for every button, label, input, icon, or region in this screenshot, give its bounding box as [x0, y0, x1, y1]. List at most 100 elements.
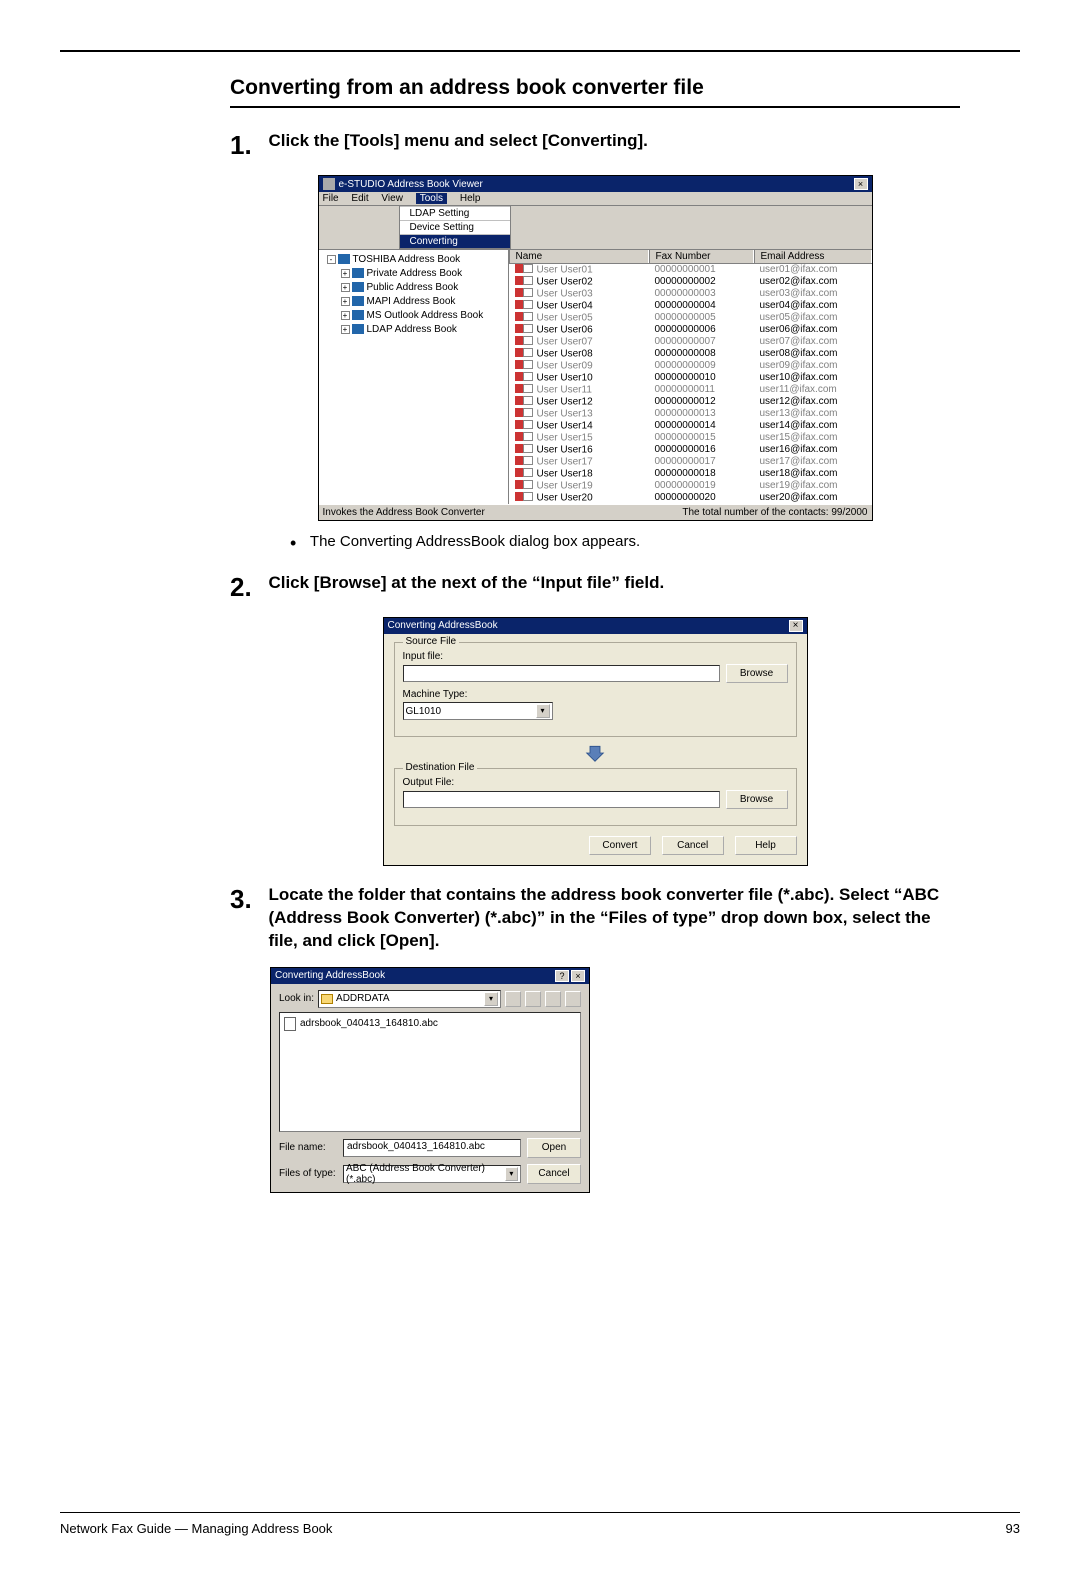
chevron-down-icon[interactable]: ▾: [484, 992, 498, 1006]
status-bar: Invokes the Address Book Converter The t…: [319, 504, 872, 520]
chevron-down-icon[interactable]: ▾: [505, 1167, 518, 1181]
help-icon[interactable]: ?: [555, 970, 569, 982]
close-icon[interactable]: ×: [789, 620, 803, 632]
lookin-select[interactable]: ADDRDATA ▾: [318, 990, 501, 1008]
menu-file[interactable]: File: [323, 193, 339, 204]
toolbar-button-4[interactable]: [517, 210, 535, 228]
footer-text: Network Fax Guide — Managing Address Boo…: [60, 1521, 332, 1536]
tools-menu-converting[interactable]: Converting: [400, 234, 510, 248]
col-fax[interactable]: Fax Number: [649, 250, 754, 263]
menu-help[interactable]: Help: [460, 193, 481, 204]
toolbar-button-3[interactable]: [373, 210, 391, 228]
machine-type-value: GL1010: [406, 706, 442, 717]
destination-file-group: Destination File Output File: Browse: [394, 768, 797, 826]
table-row[interactable]: User User0400000000004user04@ifax.com: [509, 300, 872, 312]
filetype-label: Files of type:: [279, 1168, 337, 1179]
table-row[interactable]: User User0500000000005user05@ifax.com: [509, 312, 872, 324]
tree-root[interactable]: TOSHIBA Address Book: [353, 254, 461, 265]
input-file-label: Input file:: [403, 651, 788, 662]
tree-view[interactable]: -TOSHIBA Address Book +Private Address B…: [319, 250, 509, 504]
step-3-text: Locate the folder that contains the addr…: [268, 884, 958, 953]
table-row[interactable]: User User1200000000012user12@ifax.com: [509, 396, 872, 408]
step-1-number: 1.: [230, 130, 264, 161]
table-row[interactable]: User User0900000000009user09@ifax.com: [509, 360, 872, 372]
table-row[interactable]: User User1900000000019user19@ifax.com: [509, 480, 872, 492]
tree-item[interactable]: LDAP Address Book: [367, 324, 457, 335]
back-icon[interactable]: [505, 991, 521, 1007]
table-row[interactable]: User User0100000000001user01@ifax.com: [509, 264, 872, 276]
help-button[interactable]: Help: [735, 836, 797, 855]
convert-button[interactable]: Convert: [589, 836, 651, 855]
table-row[interactable]: User User1700000000017user17@ifax.com: [509, 456, 872, 468]
file-item[interactable]: adrsbook_040413_164810.abc: [284, 1017, 576, 1031]
table-row[interactable]: User User1400000000014user14@ifax.com: [509, 420, 872, 432]
status-right: The total number of the contacts: 99/200…: [682, 507, 867, 518]
file-list-pane[interactable]: adrsbook_040413_164810.abc: [279, 1012, 581, 1132]
table-row[interactable]: User User1100000000011user11@ifax.com: [509, 384, 872, 396]
filename-field[interactable]: adrsbook_040413_164810.abc: [343, 1139, 521, 1157]
filetype-select[interactable]: ABC (Address Book Converter) (*.abc) ▾: [343, 1165, 521, 1183]
table-row[interactable]: User User0300000000003user03@ifax.com: [509, 288, 872, 300]
menu-tools[interactable]: Tools: [416, 193, 447, 204]
app-icon: [323, 178, 335, 190]
tools-menu-device[interactable]: Device Setting: [400, 220, 510, 234]
up-folder-icon[interactable]: [525, 991, 541, 1007]
toolbar-button-2[interactable]: [349, 210, 367, 228]
machine-type-select[interactable]: GL1010 ▾: [403, 702, 553, 720]
tree-item[interactable]: MAPI Address Book: [367, 296, 456, 307]
tools-menu-ldap[interactable]: LDAP Setting: [400, 206, 510, 220]
chevron-down-icon[interactable]: ▾: [536, 704, 550, 718]
bullet-dot: •: [290, 533, 306, 554]
table-row[interactable]: User User0600000000006user06@ifax.com: [509, 324, 872, 336]
step1-result-text: The Converting AddressBook dialog box ap…: [310, 533, 640, 550]
table-row[interactable]: User User2000000000020user20@ifax.com: [509, 492, 872, 504]
lookin-value: ADDRDATA: [336, 993, 390, 1004]
output-file-field[interactable]: [403, 791, 720, 808]
dialog-titlebar: Converting AddressBook ×: [384, 618, 807, 634]
browse-output-button[interactable]: Browse: [726, 790, 788, 809]
new-folder-icon[interactable]: [545, 991, 561, 1007]
section-title: Converting from an address book converte…: [230, 76, 960, 100]
tree-item[interactable]: MS Outlook Address Book: [367, 310, 484, 321]
input-file-field[interactable]: [403, 665, 720, 682]
toolbar-button-6[interactable]: [565, 210, 583, 228]
table-row[interactable]: User User1500000000015user15@ifax.com: [509, 432, 872, 444]
browse-input-button[interactable]: Browse: [726, 664, 788, 683]
tree-item[interactable]: Private Address Book: [367, 268, 463, 279]
col-name[interactable]: Name: [509, 250, 649, 263]
cancel-button[interactable]: Cancel: [662, 836, 724, 855]
contact-list: Name Fax Number Email Address User User0…: [509, 250, 872, 504]
table-row[interactable]: User User1800000000018user18@ifax.com: [509, 468, 872, 480]
folder-icon: [321, 994, 333, 1004]
toolbar: [319, 206, 397, 232]
file-item-name: adrsbook_040413_164810.abc: [300, 1018, 438, 1029]
window-titlebar: e-STUDIO Address Book Viewer ×: [319, 176, 872, 192]
toolbar-button-7[interactable]: [589, 210, 607, 228]
filetype-value: ABC (Address Book Converter) (*.abc): [346, 1163, 505, 1185]
open-button[interactable]: Open: [527, 1138, 581, 1158]
table-row[interactable]: User User1600000000016user16@ifax.com: [509, 444, 872, 456]
window-title: e-STUDIO Address Book Viewer: [339, 179, 483, 190]
dialog-titlebar: Converting AddressBook ? ×: [271, 968, 589, 984]
page-number: 93: [1006, 1521, 1020, 1536]
file-icon: [284, 1017, 296, 1031]
close-icon[interactable]: ×: [571, 970, 585, 982]
page-footer: Network Fax Guide — Managing Address Boo…: [60, 1512, 1020, 1536]
cancel-button[interactable]: Cancel: [527, 1164, 581, 1184]
toolbar-button-1[interactable]: [325, 210, 343, 228]
step-3-number: 3.: [230, 884, 264, 915]
close-icon[interactable]: ×: [854, 178, 868, 190]
tree-item[interactable]: Public Address Book: [367, 282, 459, 293]
table-row[interactable]: User User0700000000007user07@ifax.com: [509, 336, 872, 348]
table-row[interactable]: User User0800000000008user08@ifax.com: [509, 348, 872, 360]
step-2-number: 2.: [230, 572, 264, 603]
menu-edit[interactable]: Edit: [351, 193, 368, 204]
col-email[interactable]: Email Address: [754, 250, 872, 263]
menu-bar: File Edit View Tools Help: [319, 192, 872, 206]
view-menu-icon[interactable]: [565, 991, 581, 1007]
table-row[interactable]: User User0200000000002user02@ifax.com: [509, 276, 872, 288]
table-row[interactable]: User User1000000000010user10@ifax.com: [509, 372, 872, 384]
toolbar-button-5[interactable]: [541, 210, 559, 228]
menu-view[interactable]: View: [381, 193, 403, 204]
table-row[interactable]: User User1300000000013user13@ifax.com: [509, 408, 872, 420]
